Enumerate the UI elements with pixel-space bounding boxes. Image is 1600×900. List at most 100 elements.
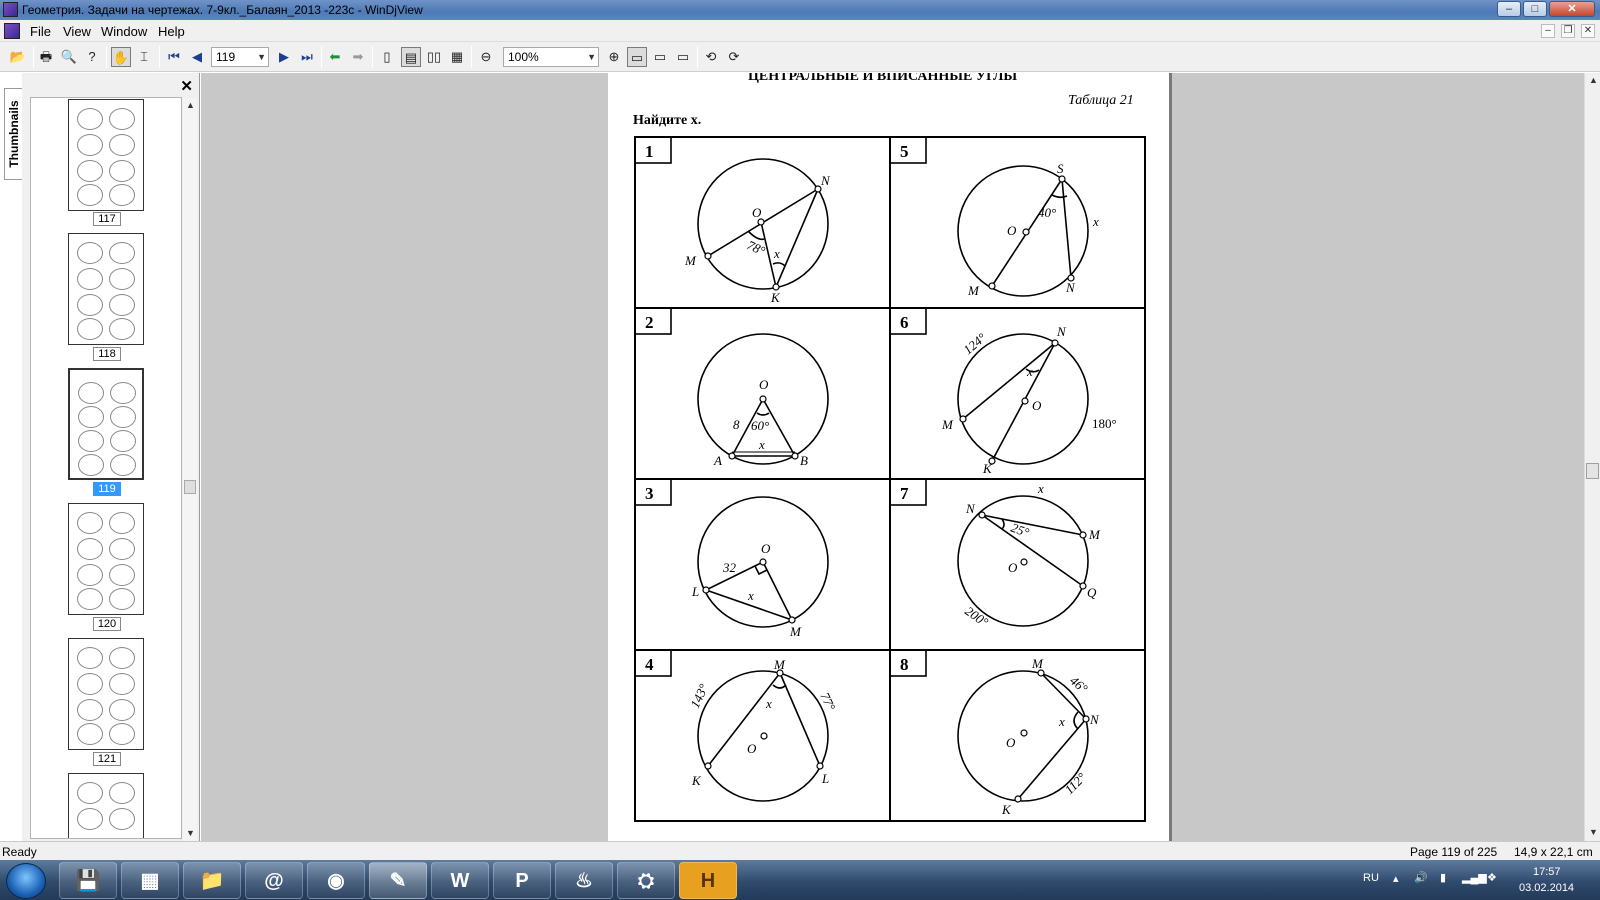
label: M: [1031, 656, 1044, 671]
hand-tool-icon[interactable]: ✋: [111, 47, 131, 67]
fit-width-icon[interactable]: ▭: [650, 47, 670, 67]
label: 77°: [817, 690, 838, 713]
language-indicator[interactable]: RU: [1363, 872, 1379, 884]
scroll-down-icon[interactable]: ▼: [1589, 827, 1598, 837]
network-app-icon[interactable]: ⛭: [617, 862, 675, 899]
chevron-down-icon: ▼: [587, 52, 596, 62]
label: 124°: [960, 330, 989, 357]
document-scrollbar[interactable]: ▲ ▼: [1584, 73, 1600, 841]
mdi-minimize-button[interactable]: –: [1541, 24, 1555, 38]
find-icon[interactable]: 🔍: [59, 47, 79, 67]
first-page-icon[interactable]: ⏮: [164, 47, 184, 67]
flame-app-icon[interactable]: ♨: [555, 862, 613, 899]
taskbar: 💾 ▦ 📁 @ ◉ ✎ W P ♨ ⛭ H RU ▴ 🔊 ▮ ▂▄▆ ❖ 17:…: [0, 860, 1600, 900]
label: O: [1007, 223, 1017, 238]
menu-file[interactable]: File: [30, 24, 51, 39]
word-app-icon[interactable]: W: [431, 862, 489, 899]
menu-window[interactable]: Window: [101, 24, 147, 39]
thumbnails-panel: ✕ 117 118 119 120 121: [22, 73, 200, 841]
label: 8: [733, 417, 740, 432]
forward-icon[interactable]: ➡: [348, 47, 368, 67]
thumbnails-scrollbar[interactable]: ▲ ▼: [183, 98, 197, 841]
thumbnail-118[interactable]: [68, 233, 144, 345]
scroll-thumb[interactable]: [184, 480, 196, 494]
document-view[interactable]: ЦЕНТРАЛЬНЫЕ И ВПИСАННЫЕ УГЛЫ Таблица 21 …: [201, 73, 1584, 841]
print-icon[interactable]: 🖶: [36, 47, 56, 67]
page-number-combo[interactable]: 119 ▼: [211, 47, 269, 67]
battery-icon[interactable]: ▮: [1440, 871, 1446, 884]
scroll-down-icon[interactable]: ▼: [186, 828, 195, 838]
minimize-button[interactable]: –: [1497, 1, 1521, 17]
maximize-button[interactable]: □: [1523, 1, 1547, 17]
rotate-right-icon[interactable]: ⟳: [724, 47, 744, 67]
close-icon[interactable]: ✕: [180, 77, 193, 95]
label: N: [1089, 712, 1100, 727]
thumbnail-list[interactable]: 117 118 119 120 121: [30, 97, 182, 839]
thumbnail-122[interactable]: [68, 773, 144, 838]
explorer-app-icon[interactable]: 📁: [183, 862, 241, 899]
next-page-icon[interactable]: ▶: [274, 47, 294, 67]
label: M: [967, 283, 980, 298]
help-icon[interactable]: ?: [82, 47, 102, 67]
mdi-close-button[interactable]: ✕: [1581, 24, 1595, 38]
fit-page-icon[interactable]: ▭: [627, 47, 647, 67]
clock-time[interactable]: 17:57: [1533, 866, 1561, 878]
prev-page-icon[interactable]: ◀: [187, 47, 207, 67]
clock-date[interactable]: 03.02.2014: [1519, 882, 1574, 894]
continuous-icon[interactable]: ▤: [401, 47, 421, 67]
label: 143°: [687, 682, 711, 711]
mail-agent-app-icon[interactable]: @: [245, 862, 303, 899]
select-tool-icon[interactable]: ⌶: [134, 47, 154, 67]
zoom-value: 100%: [508, 50, 539, 64]
tab-thumbnails[interactable]: Thumbnails: [4, 88, 22, 180]
label: x: [1058, 714, 1065, 729]
thumbnail-121[interactable]: [68, 638, 144, 750]
label: N: [1056, 324, 1067, 339]
chevron-down-icon: ▼: [257, 52, 266, 62]
show-hidden-icons-icon[interactable]: ▴: [1393, 872, 1399, 885]
menu-view[interactable]: View: [63, 24, 91, 39]
chrome-app-icon[interactable]: ◉: [307, 862, 365, 899]
actual-size-icon[interactable]: ▭: [673, 47, 693, 67]
problem-number: 6: [900, 313, 909, 332]
single-page-icon[interactable]: ▯: [377, 47, 397, 67]
network-signal-icon[interactable]: ▂▄▆: [1462, 871, 1487, 884]
label: M: [684, 253, 697, 268]
scroll-up-icon[interactable]: ▲: [186, 100, 195, 110]
status-text: Ready: [2, 845, 37, 859]
continuous-facing-icon[interactable]: ▦: [447, 47, 467, 67]
last-page-icon[interactable]: ⏭: [297, 47, 317, 67]
rotate-left-icon[interactable]: ⟲: [701, 47, 721, 67]
open-icon[interactable]: 📂: [8, 47, 28, 67]
label: O: [761, 541, 771, 556]
facing-icon[interactable]: ▯▯: [424, 47, 444, 67]
label: M: [941, 417, 954, 432]
windjview-app-icon[interactable]: ✎: [369, 862, 427, 899]
dropbox-icon[interactable]: ❖: [1487, 871, 1497, 884]
powerpoint-app-icon[interactable]: P: [493, 862, 551, 899]
document-icon[interactable]: [4, 23, 20, 39]
problem-number: 4: [645, 655, 654, 674]
scroll-up-icon[interactable]: ▲: [1589, 75, 1598, 85]
back-icon[interactable]: ⬅: [325, 47, 345, 67]
calculator-app-icon[interactable]: ▦: [121, 862, 179, 899]
save-app-icon[interactable]: 💾: [59, 862, 117, 899]
thumbnail-117[interactable]: [68, 99, 144, 211]
zoom-out-icon[interactable]: ⊖: [476, 47, 496, 67]
start-button[interactable]: [6, 863, 46, 899]
close-button[interactable]: ✕: [1549, 1, 1595, 17]
h-app-icon[interactable]: H: [679, 862, 737, 899]
menu-help[interactable]: Help: [158, 24, 185, 39]
thumbnail-120[interactable]: [68, 503, 144, 615]
label: x: [765, 696, 772, 711]
label: x: [1037, 481, 1044, 496]
zoom-in-icon[interactable]: ⊕: [604, 47, 624, 67]
label: N: [820, 173, 831, 188]
zoom-combo[interactable]: 100% ▼: [503, 47, 599, 67]
geometry-figures: 1 5 2 6 3 7 4 8 O N M K 78° x O 60° 8 x …: [634, 136, 1146, 822]
volume-icon[interactable]: 🔊: [1414, 871, 1428, 884]
mdi-restore-button[interactable]: ❐: [1561, 24, 1575, 38]
scroll-thumb[interactable]: [1586, 463, 1599, 479]
thumbnail-119[interactable]: [68, 368, 144, 480]
label: 60°: [751, 418, 769, 433]
